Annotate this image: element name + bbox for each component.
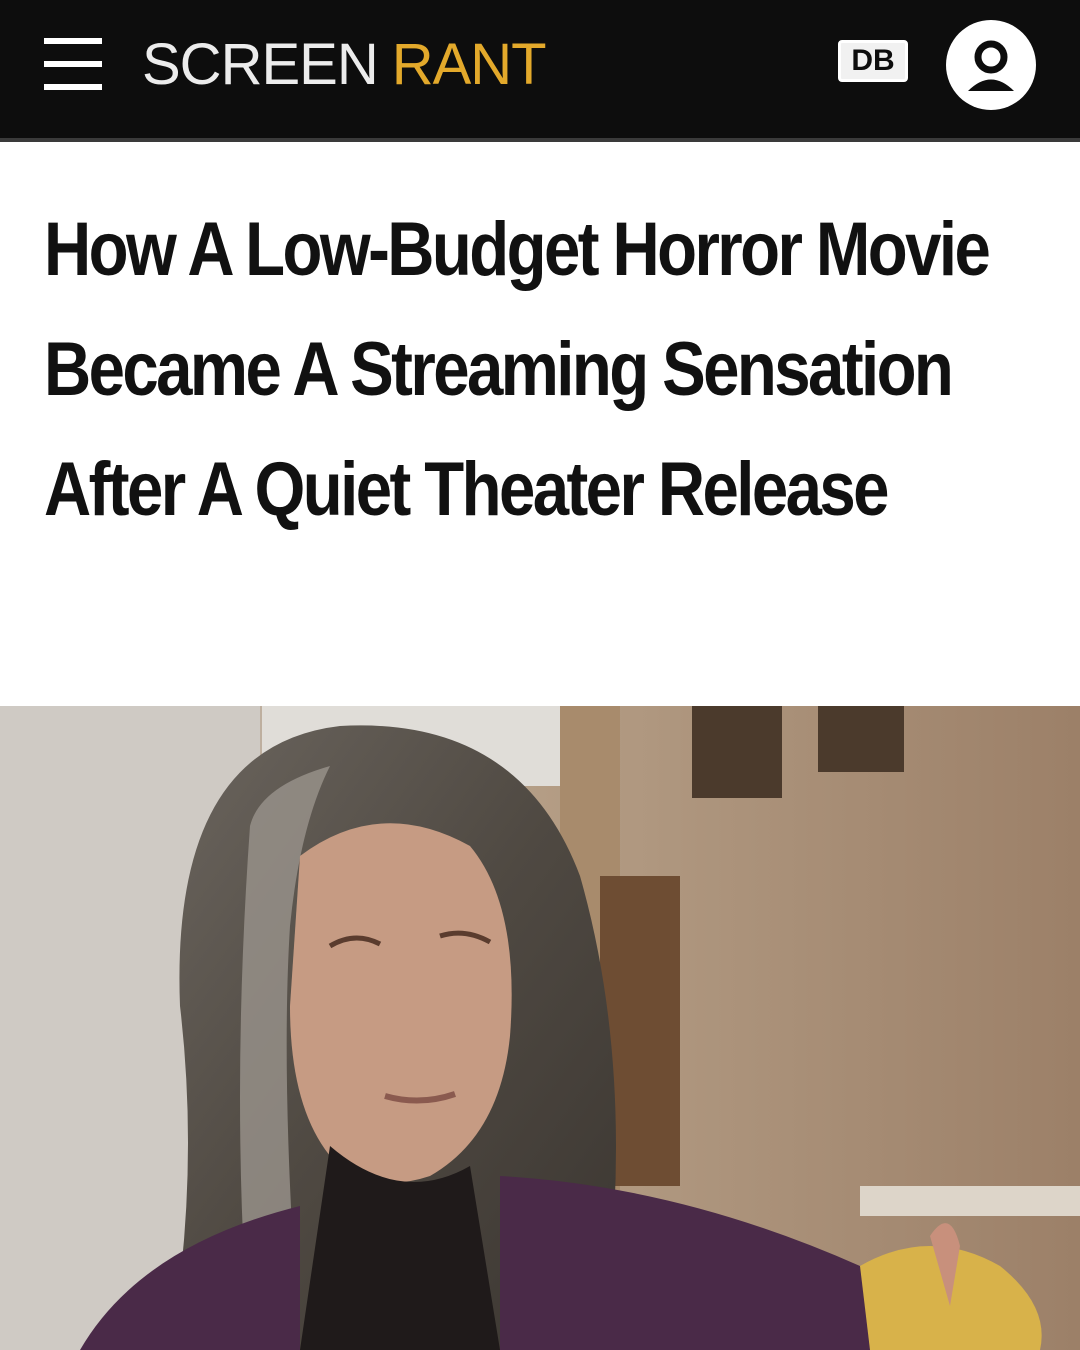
hero-image[interactable] (0, 706, 1080, 1350)
logo-text-rant: RANT (391, 31, 547, 97)
user-account-icon[interactable] (946, 20, 1036, 110)
site-logo[interactable]: SCREEN RANT (142, 24, 547, 104)
user-silhouette-icon (968, 40, 1014, 91)
hero-image-illustration (0, 706, 1080, 1350)
site-header: SCREEN RANT DB (0, 0, 1080, 138)
logo-text-screen: SCREEN (142, 31, 379, 97)
header-divider (0, 138, 1080, 142)
hamburger-menu-icon[interactable] (44, 38, 102, 90)
article-headline: How A Low-Budget Horror Movie Became A S… (44, 207, 991, 532)
db-badge-button[interactable]: DB (838, 40, 908, 82)
